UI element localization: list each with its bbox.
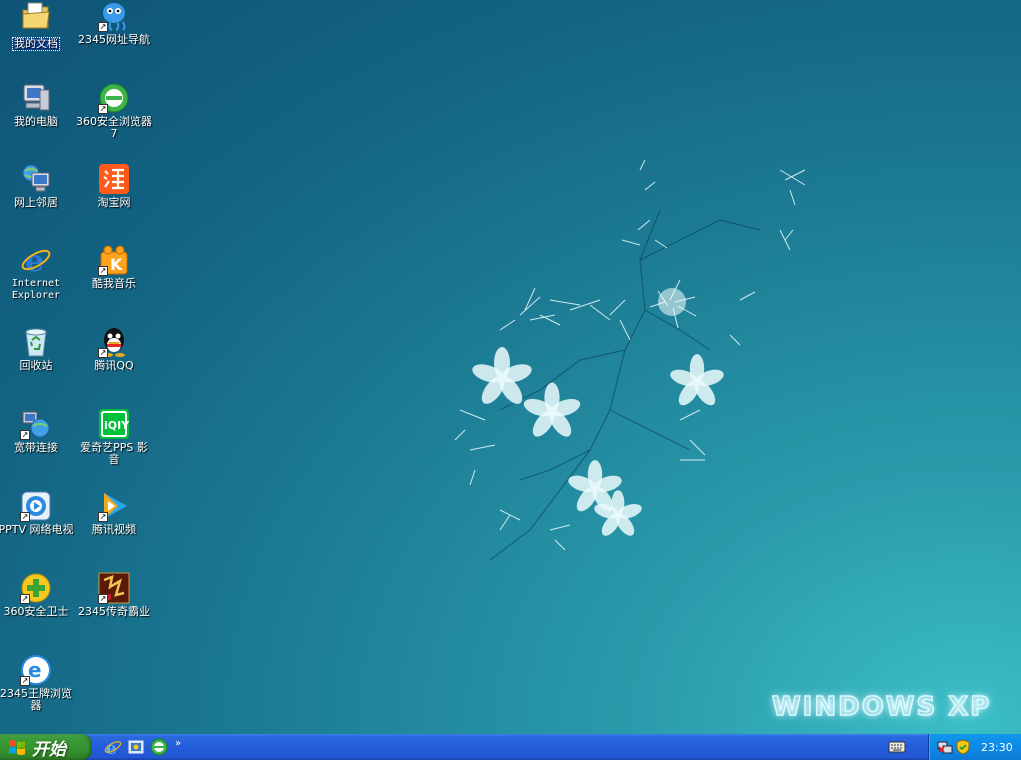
keyboard-input-icon[interactable] bbox=[888, 740, 906, 754]
shortcut-arrow-icon: ↗ bbox=[20, 594, 30, 604]
desktop-icon-internet-explorer[interactable]: e Internet Explorer bbox=[0, 244, 75, 302]
kuwo-music-icon: K ↗ bbox=[98, 244, 130, 276]
network-status-icon[interactable] bbox=[937, 739, 953, 755]
desktop-icon-360-browser[interactable]: ↗ 360安全浏览器7 bbox=[75, 82, 153, 140]
desktop-icon-my-documents[interactable]: 我的文档 bbox=[0, 0, 75, 51]
windows-xp-wallpaper-logo: WINDOWS XP bbox=[771, 691, 992, 723]
show-desktop-icon[interactable] bbox=[127, 738, 145, 756]
pptv-icon: ↗ bbox=[20, 490, 52, 522]
2345-nav-icon: ↗ bbox=[98, 0, 130, 32]
taskbar-clock[interactable]: 23:30 bbox=[981, 741, 1013, 754]
iqiyi-icon: iQIY bbox=[98, 408, 130, 440]
taskbar: 开始 e » 23:30 bbox=[0, 734, 1021, 760]
tencent-video-icon: ↗ bbox=[98, 490, 130, 522]
my-documents-icon bbox=[20, 0, 52, 32]
360-browser-icon[interactable] bbox=[150, 738, 168, 756]
windows-logo-icon bbox=[9, 740, 25, 755]
shortcut-arrow-icon: ↗ bbox=[98, 594, 108, 604]
shortcut-arrow-icon: ↗ bbox=[98, 22, 108, 32]
desktop-icon-legend-game[interactable]: ↗ 2345传奇霸业 bbox=[75, 572, 153, 618]
svg-text:e: e bbox=[25, 244, 44, 276]
shortcut-arrow-icon: ↗ bbox=[20, 676, 30, 686]
shortcut-arrow-icon: ↗ bbox=[20, 430, 30, 440]
recycle-bin-icon bbox=[20, 326, 52, 358]
shortcut-arrow-icon: ↗ bbox=[98, 512, 108, 522]
shortcut-arrow-icon: ↗ bbox=[98, 266, 108, 276]
svg-text:K: K bbox=[110, 255, 123, 274]
svg-text:e: e bbox=[28, 658, 42, 682]
desktop-icon-taobao[interactable]: 淘宝网 bbox=[75, 163, 153, 209]
shortcut-arrow-icon: ↗ bbox=[98, 348, 108, 358]
wallpaper-flower-art bbox=[454, 159, 806, 561]
desktop-icon-360-safe-guard[interactable]: ↗ 360安全卫士 bbox=[0, 572, 75, 618]
start-label: 开始 bbox=[32, 739, 66, 760]
system-tray: 23:30 bbox=[928, 734, 1021, 760]
desktop-icon-2345-nav[interactable]: ↗ 2345网址导航 bbox=[75, 0, 153, 46]
desktop-icon-pptv[interactable]: ↗ PPTV 网络电视 bbox=[0, 490, 75, 536]
desktop-icon-qq[interactable]: ↗ 腾讯QQ bbox=[75, 326, 153, 372]
qq-icon: ↗ bbox=[98, 326, 130, 358]
360-browser-icon: ↗ bbox=[98, 82, 130, 114]
desktop-icon-broadband[interactable]: ↗ 宽带连接 bbox=[0, 408, 75, 454]
2345-browser-icon: e ↗ bbox=[20, 654, 52, 686]
security-shield-icon[interactable] bbox=[955, 739, 971, 755]
internet-explorer-icon: e bbox=[20, 244, 52, 276]
start-button[interactable]: 开始 bbox=[0, 734, 92, 760]
desktop-icon-2345-browser[interactable]: e ↗ 2345王牌浏览器 bbox=[0, 654, 75, 712]
desktop-icon-my-computer[interactable]: 我的电脑 bbox=[0, 82, 75, 128]
desktop-icon-iqiyi[interactable]: iQIY 爱奇艺PPS 影音 bbox=[75, 408, 153, 466]
quick-launch-overflow-chevron[interactable]: » bbox=[175, 738, 181, 749]
quick-launch-bar: e » bbox=[104, 738, 181, 756]
broadband-connection-icon: ↗ bbox=[20, 408, 52, 440]
internet-explorer-icon[interactable]: e bbox=[104, 738, 122, 756]
legend-game-icon: ↗ bbox=[98, 572, 130, 604]
my-computer-icon bbox=[20, 82, 52, 114]
desktop-icon-network-places[interactable]: 网上邻居 bbox=[0, 163, 75, 209]
360-safe-guard-icon: ↗ bbox=[20, 572, 52, 604]
network-places-icon bbox=[20, 163, 52, 195]
shortcut-arrow-icon: ↗ bbox=[20, 512, 30, 522]
desktop-icon-kuwo-music[interactable]: K ↗ 酷我音乐 bbox=[75, 244, 153, 290]
shortcut-arrow-icon: ↗ bbox=[98, 104, 108, 114]
svg-text:iQIY: iQIY bbox=[104, 419, 130, 432]
desktop-icon-tencent-video[interactable]: ↗ 腾讯视频 bbox=[75, 490, 153, 536]
desktop-icon-recycle-bin[interactable]: 回收站 bbox=[0, 326, 75, 372]
taobao-icon bbox=[98, 163, 130, 195]
